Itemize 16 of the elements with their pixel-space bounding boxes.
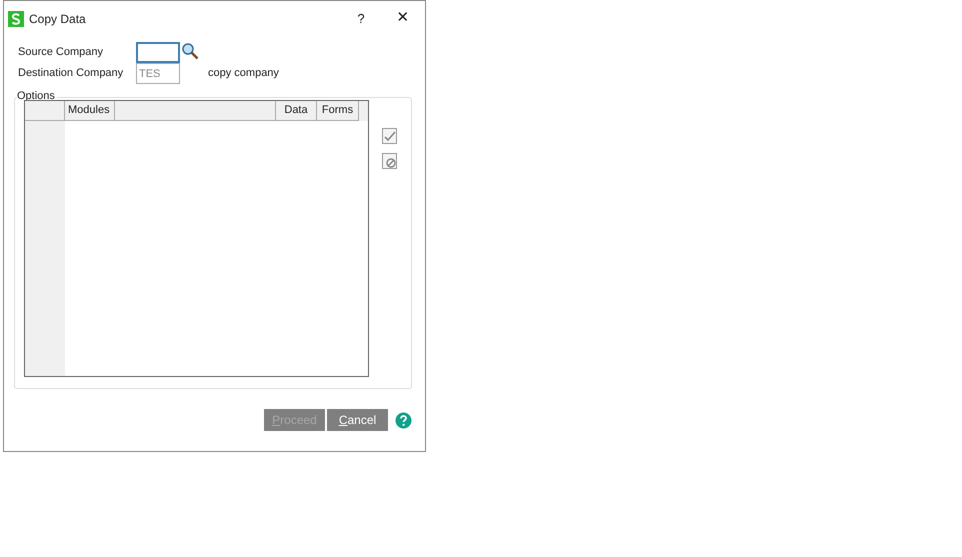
field-label: Destination Company — [18, 66, 124, 82]
help-icon[interactable] — [395, 412, 412, 428]
column-header: Forms — [317, 101, 359, 121]
company-name: copy company — [208, 66, 279, 82]
app-logo-icon — [8, 10, 24, 26]
help-button[interactable]: ? — [353, 8, 369, 28]
search-icon[interactable] — [181, 42, 199, 60]
close-button[interactable]: ✕ — [395, 7, 411, 30]
clear-all-icon[interactable] — [381, 152, 399, 170]
window-title: Copy Data — [29, 10, 86, 28]
check-all-icon[interactable] — [381, 127, 399, 145]
column-header: Data — [276, 101, 317, 121]
field-label: Source Company — [18, 45, 104, 60]
input-field[interactable] — [136, 42, 180, 63]
column-header: Modules — [65, 101, 115, 121]
cancel-button[interactable]: Cancel — [327, 409, 388, 431]
